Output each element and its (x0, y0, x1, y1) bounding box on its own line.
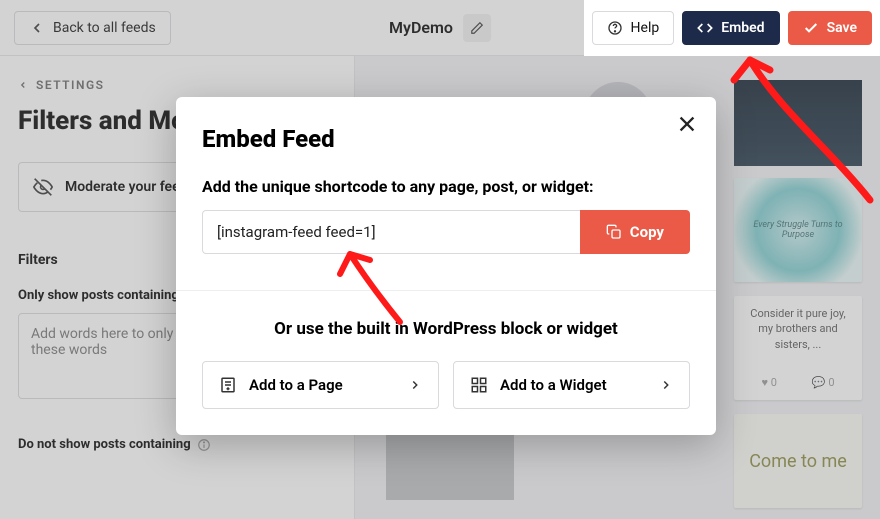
code-icon (697, 20, 713, 36)
feed-title-group: MyDemo (389, 14, 491, 42)
widget-icon (470, 376, 488, 394)
dont-show-label: Do not show posts containing (18, 437, 336, 452)
add-to-widget-label: Add to a Widget (500, 376, 607, 394)
embed-modal: Embed Feed Add the unique shortcode to a… (176, 97, 716, 435)
edit-title-button[interactable] (463, 14, 491, 42)
pencil-icon (470, 21, 484, 35)
preview-tile[interactable]: Every Struggle Turns to Purpose (734, 178, 862, 282)
preview-tile[interactable]: Come to me (734, 414, 862, 508)
top-bar-actions: Help Embed Save (584, 0, 880, 56)
copy-label: Copy (630, 223, 664, 241)
modal-or-text: Or use the built in WordPress block or w… (176, 290, 716, 339)
comment-icon: 💬 0 (812, 375, 835, 390)
card-meta: ♥ 0 💬 0 (744, 375, 852, 390)
shortcode-row: Copy (202, 210, 690, 254)
preview-tile-card[interactable]: Consider it pure joy, my brothers and si… (734, 296, 862, 400)
copy-icon (606, 224, 622, 240)
modal-title: Embed Feed (202, 125, 690, 153)
back-to-feeds-label: Back to all feeds (53, 20, 156, 36)
shortcode-input[interactable] (202, 210, 580, 254)
embed-button[interactable]: Embed (682, 11, 779, 45)
help-button[interactable]: Help (592, 11, 675, 45)
top-bar: Back to all feeds MyDemo Help Embed Save (0, 0, 880, 56)
chevron-left-icon (29, 20, 45, 36)
preview-column: Every Struggle Turns to Purpose Consider… (734, 178, 862, 508)
info-icon (197, 438, 211, 452)
modal-actions: Add to a Page Add to a Widget (202, 361, 690, 409)
back-to-feeds-button[interactable]: Back to all feeds (14, 11, 171, 45)
chevron-left-icon (18, 80, 28, 90)
help-icon (607, 20, 623, 36)
preview-tile[interactable] (734, 80, 862, 166)
help-label: Help (631, 20, 660, 36)
save-label: Save (827, 20, 857, 36)
feed-title: MyDemo (389, 18, 453, 37)
close-icon (676, 113, 698, 135)
modal-subtitle: Add the unique shortcode to any page, po… (202, 177, 690, 196)
moderate-feed-label: Moderate your feed (65, 179, 188, 195)
copy-button[interactable]: Copy (580, 210, 690, 254)
chevron-right-icon (408, 378, 422, 392)
settings-back-label: SETTINGS (36, 78, 105, 92)
close-modal-button[interactable] (676, 113, 698, 139)
card-caption: Consider it pure joy, my brothers and si… (744, 306, 852, 352)
eye-off-icon (33, 177, 53, 197)
page-plus-icon (219, 376, 237, 394)
check-icon (803, 20, 819, 36)
heart-icon: ♥ 0 (761, 375, 776, 390)
chevron-right-icon (659, 378, 673, 392)
add-to-page-button[interactable]: Add to a Page (202, 361, 439, 409)
save-button[interactable]: Save (788, 11, 872, 45)
embed-label: Embed (721, 20, 764, 36)
settings-back-link[interactable]: SETTINGS (18, 78, 336, 92)
add-to-page-label: Add to a Page (249, 376, 343, 394)
add-to-widget-button[interactable]: Add to a Widget (453, 361, 690, 409)
